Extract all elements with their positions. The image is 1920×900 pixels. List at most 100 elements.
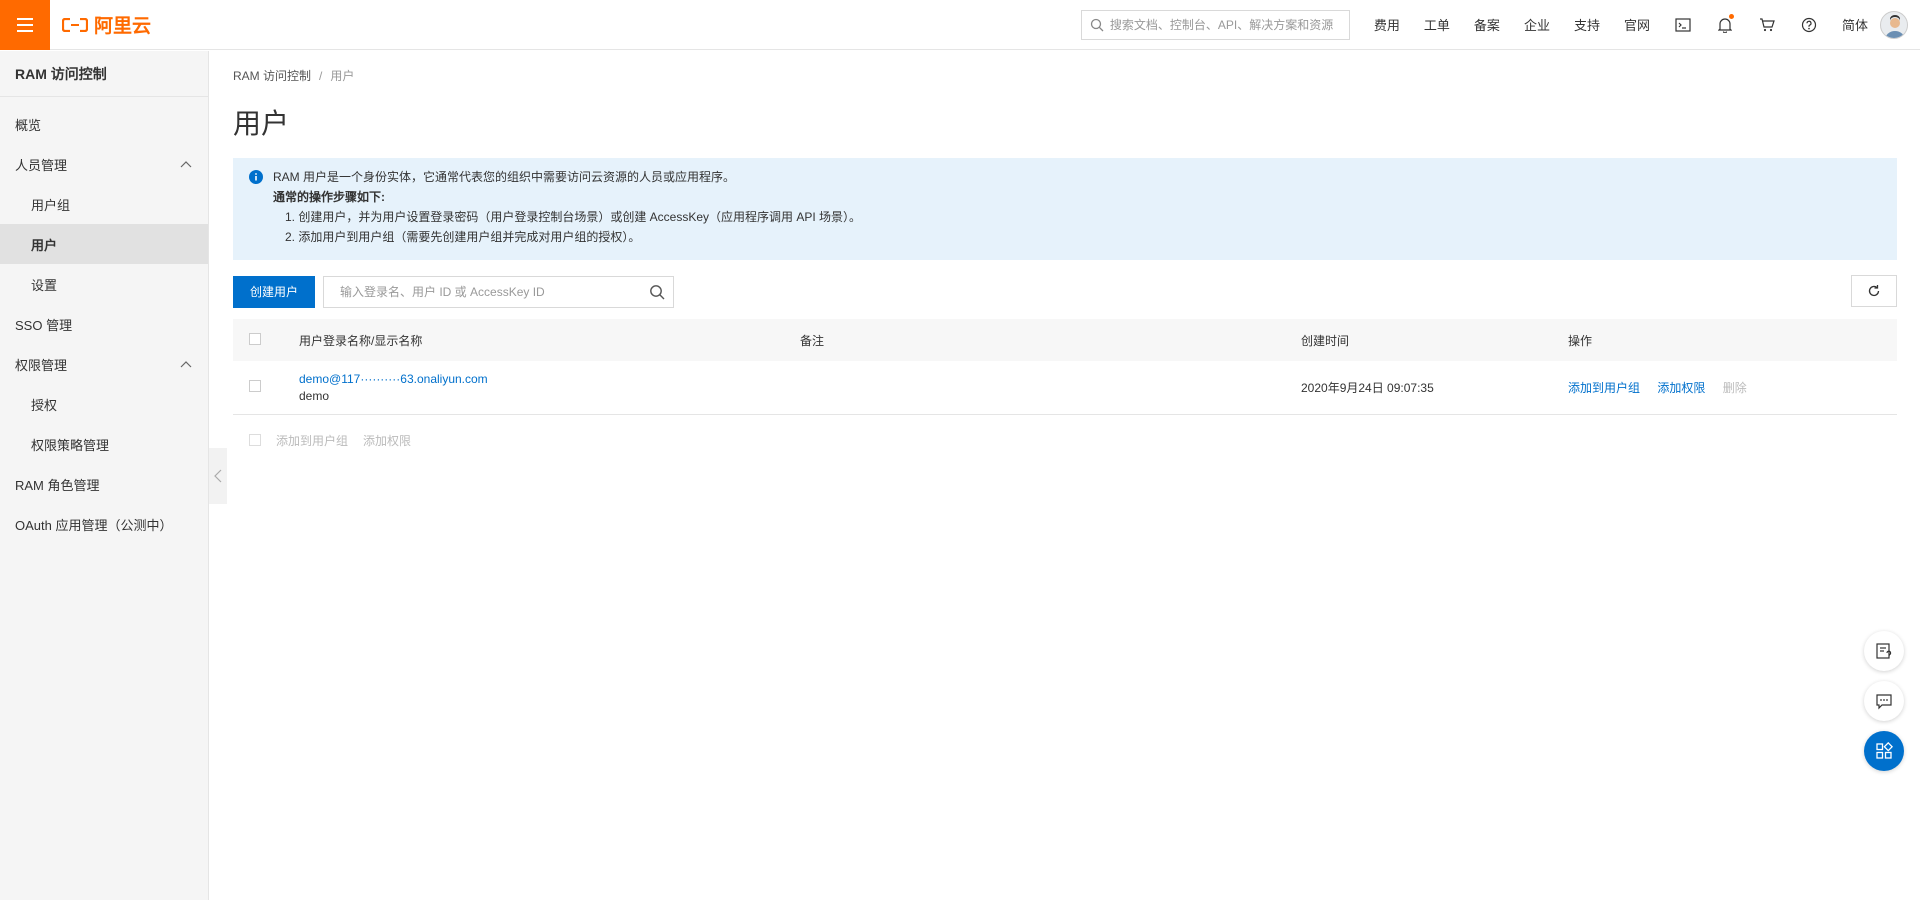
global-search-input[interactable]: 搜索文档、控制台、API、解决方案和资源 bbox=[1080, 9, 1350, 40]
sidebar-item-oauth[interactable]: OAuth 应用管理（公测中） bbox=[0, 504, 208, 544]
chevron-left-icon bbox=[214, 469, 222, 483]
sidebar-item-label: 权限管理 bbox=[15, 357, 68, 373]
nav-support[interactable]: 支持 bbox=[1562, 15, 1612, 34]
select-all-checkbox[interactable] bbox=[249, 332, 261, 345]
sidebar-item-label: 概览 bbox=[15, 117, 42, 133]
chat-float-button[interactable] bbox=[1864, 681, 1904, 721]
sidebar-item-policies[interactable]: 权限策略管理 bbox=[0, 424, 208, 464]
sidebar-item-label: 用户 bbox=[31, 237, 58, 253]
notifications-button[interactable] bbox=[1704, 13, 1746, 33]
add-to-group-link[interactable]: 添加到用户组 bbox=[1568, 381, 1640, 395]
user-display-name: demo bbox=[299, 388, 330, 403]
top-navigation-bar: 阿里云 搜索文档、控制台、API、解决方案和资源 费用 工单 备案 企业 支持 … bbox=[0, 0, 1920, 50]
terminal-icon bbox=[1675, 17, 1691, 32]
info-steps-heading: 通常的操作步骤如下: bbox=[273, 190, 385, 204]
hamburger-menu-button[interactable] bbox=[0, 0, 50, 50]
sidebar: RAM 访问控制 概览 人员管理 用户组 用户 设置 SSO 管理 权限管理 授… bbox=[0, 51, 209, 900]
cart-button[interactable] bbox=[1746, 17, 1788, 32]
batch-select-checkbox[interactable] bbox=[249, 434, 261, 446]
row-select-cell bbox=[233, 361, 299, 415]
sidebar-item-label: OAuth 应用管理（公测中） bbox=[15, 517, 173, 533]
nav-ticket[interactable]: 工单 bbox=[1412, 15, 1462, 34]
breadcrumb-separator: / bbox=[319, 69, 323, 83]
user-ops-cell: 添加到用户组 添加权限 删除 bbox=[1568, 361, 1897, 415]
help-icon bbox=[1801, 17, 1817, 32]
add-permission-link[interactable]: 添加权限 bbox=[1657, 381, 1705, 395]
info-step-1: 1. 创建用户，并为用户设置登录密码（用户登录控制台场景）或创建 AccessK… bbox=[285, 210, 862, 224]
user-search-input[interactable]: 输入登录名、用户 ID 或 AccessKey ID bbox=[323, 275, 675, 308]
chevron-up-icon bbox=[180, 161, 192, 168]
user-login-link[interactable]: demo@117··········63.onaliyun.com bbox=[299, 372, 800, 386]
user-note-cell bbox=[800, 361, 1301, 415]
batch-add-to-group-button: 添加到用户组 bbox=[276, 433, 349, 448]
user-created-cell: 2020年9月24日 09:07:35 bbox=[1301, 361, 1568, 415]
nav-billing[interactable]: 费用 bbox=[1362, 15, 1412, 34]
header-name: 用户登录名称/显示名称 bbox=[299, 319, 800, 361]
table-row: demo@117··········63.onaliyun.com demo 2… bbox=[233, 361, 1897, 415]
sidebar-item-groups[interactable]: 用户组 bbox=[0, 184, 208, 224]
sidebar-title: RAM 访问控制 bbox=[0, 51, 208, 97]
header-note: 备注 bbox=[800, 319, 1301, 361]
info-description: RAM 用户是一个身份实体，它通常代表您的组织中需要访问云资源的人员或应用程序。 bbox=[273, 170, 736, 184]
sidebar-item-grant[interactable]: 授权 bbox=[0, 384, 208, 424]
sidebar-collapse-handle[interactable] bbox=[209, 448, 227, 504]
cart-icon bbox=[1759, 17, 1775, 31]
breadcrumb: RAM 访问控制 / 用户 bbox=[233, 67, 1897, 84]
feedback-float-button[interactable] bbox=[1864, 631, 1904, 671]
delete-link: 删除 bbox=[1722, 380, 1747, 395]
sidebar-group-permissions[interactable]: 权限管理 bbox=[0, 344, 208, 384]
header-created: 创建时间 bbox=[1301, 319, 1568, 361]
top-nav-links: 费用 工单 备案 企业 支持 官网 简体 bbox=[1362, 10, 1920, 39]
sidebar-item-label: SSO 管理 bbox=[15, 317, 73, 333]
sidebar-item-label: 权限策略管理 bbox=[31, 437, 110, 453]
sidebar-item-label: 人员管理 bbox=[15, 157, 68, 173]
page-title: 用户 bbox=[233, 108, 290, 139]
cloud-shell-button[interactable] bbox=[1662, 17, 1704, 32]
sidebar-item-label: 授权 bbox=[31, 397, 58, 413]
nav-official-site[interactable]: 官网 bbox=[1612, 15, 1662, 34]
logo-text: 阿里云 bbox=[94, 16, 152, 37]
users-table: 用户登录名称/显示名称 备注 创建时间 操作 demo@117·········… bbox=[233, 319, 1897, 415]
chat-icon bbox=[1876, 694, 1892, 710]
main-content: RAM 访问控制 / 用户 用户 RAM 用户是一个身份实体，它通常代表您的组织中需… bbox=[233, 51, 1897, 449]
bell-icon bbox=[1717, 17, 1732, 33]
breadcrumb-current: 用户 bbox=[330, 69, 355, 83]
info-notice: RAM 用户是一个身份实体，它通常代表您的组织中需要访问云资源的人员或应用程序。… bbox=[233, 158, 1897, 260]
notification-dot bbox=[1728, 13, 1734, 19]
refresh-button[interactable] bbox=[1851, 275, 1897, 307]
sidebar-item-sso[interactable]: SSO 管理 bbox=[0, 304, 208, 344]
search-icon bbox=[1090, 18, 1104, 31]
sidebar-item-roles[interactable]: RAM 角色管理 bbox=[0, 464, 208, 504]
language-switch[interactable]: 简体 bbox=[1830, 15, 1880, 34]
nav-icp[interactable]: 备案 bbox=[1462, 15, 1512, 34]
breadcrumb-root[interactable]: RAM 访问控制 bbox=[233, 69, 311, 83]
refresh-icon bbox=[1868, 285, 1880, 297]
sidebar-item-label: 设置 bbox=[31, 277, 58, 293]
list-toolbar: 创建用户 输入登录名、用户 ID 或 AccessKey ID bbox=[233, 275, 1897, 308]
feedback-icon bbox=[1876, 643, 1892, 659]
batch-add-permission-button: 添加权限 bbox=[363, 433, 412, 448]
sidebar-group-people[interactable]: 人员管理 bbox=[0, 144, 208, 184]
apps-grid-icon bbox=[1876, 742, 1893, 759]
avatar-icon bbox=[1885, 14, 1905, 38]
batch-actions: 添加到用户组 添加权限 bbox=[233, 432, 1897, 449]
create-user-button[interactable]: 创建用户 bbox=[233, 275, 316, 308]
info-icon bbox=[249, 170, 263, 184]
sidebar-item-label: 用户组 bbox=[31, 197, 71, 213]
row-checkbox[interactable] bbox=[249, 379, 261, 392]
search-icon[interactable] bbox=[649, 284, 665, 300]
hamburger-icon bbox=[17, 17, 33, 32]
chevron-up-icon bbox=[180, 361, 192, 368]
user-search-placeholder: 输入登录名、用户 ID 或 AccessKey ID bbox=[340, 285, 545, 299]
apps-float-button[interactable] bbox=[1864, 731, 1904, 771]
table-header-row: 用户登录名称/显示名称 备注 创建时间 操作 bbox=[233, 319, 1897, 361]
help-button[interactable] bbox=[1788, 17, 1830, 33]
aliyun-logo[interactable]: 阿里云 bbox=[62, 11, 151, 38]
info-step-2: 2. 添加用户到用户组（需要先创建用户组并完成对用户组的授权）。 bbox=[285, 230, 641, 244]
sidebar-item-users[interactable]: 用户 bbox=[0, 224, 208, 264]
sidebar-item-settings[interactable]: 设置 bbox=[0, 264, 208, 304]
sidebar-item-overview[interactable]: 概览 bbox=[0, 104, 208, 144]
nav-enterprise[interactable]: 企业 bbox=[1512, 15, 1562, 34]
user-avatar[interactable] bbox=[1880, 10, 1908, 39]
header-ops: 操作 bbox=[1568, 319, 1897, 361]
